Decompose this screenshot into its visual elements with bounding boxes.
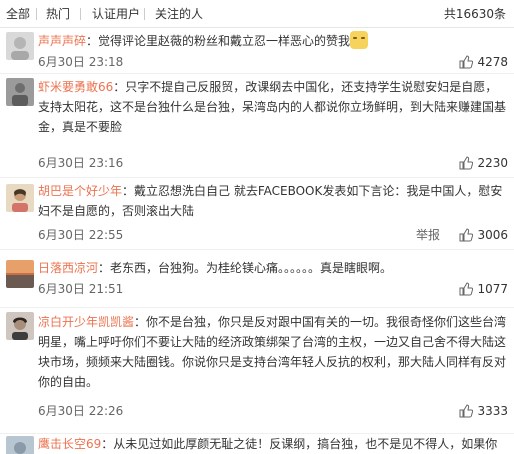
comment-username[interactable]: 鹰击长空69 — [38, 437, 101, 451]
tab-hot[interactable]: 热门 — [46, 5, 70, 23]
comment-meta: 6月30日 21:51 1077 — [38, 280, 508, 298]
tab-verified-users[interactable]: 认证用户 — [92, 5, 140, 23]
comment-meta: 6月30日 23:16 2230 — [38, 154, 508, 172]
comment-item: 鹰击长空69：从未见过如此厚颜无耻之徒！反课纲，搞台独，也不是见不得人，如果你 — [0, 434, 514, 454]
report-link[interactable]: 举报 — [416, 226, 440, 244]
cat-emoji-icon — [350, 31, 369, 49]
comment-meta: 6月30日 23:18 4278 — [38, 53, 508, 71]
comment-item: 凉白开少年凯凯酱：你不是台独，你只是反对跟中国有关的一切。我很奇怪你们这些台湾明… — [0, 308, 514, 434]
comment-text: 凉白开少年凯凯酱：你不是台独，你只是反对跟中国有关的一切。我很奇怪你们这些台湾明… — [38, 312, 508, 392]
thumbs-up-icon — [459, 156, 474, 170]
like-count: 2230 — [477, 156, 508, 170]
tab-following[interactable]: 关注的人 — [155, 5, 203, 23]
tab-divider — [144, 8, 145, 20]
comment-meta: 6月30日 22:55 举报 3006 — [38, 226, 508, 244]
comment-username[interactable]: 日落西凉河 — [38, 261, 98, 275]
comment-time: 6月30日 23:16 — [38, 156, 124, 170]
like-button[interactable]: 4278 — [459, 53, 508, 71]
tab-all[interactable]: 全部 — [6, 5, 30, 23]
like-count: 4278 — [477, 55, 508, 69]
comment-content: ：觉得评论里赵薇的粉丝和戴立忍一样恶心的赞我 — [86, 34, 351, 48]
comment-time: 6月30日 23:18 — [38, 55, 124, 69]
comment-text: 鹰击长空69：从未见过如此厚颜无耻之徒！反课纲，搞台独，也不是见不得人，如果你 — [38, 434, 508, 454]
avatar[interactable] — [6, 260, 34, 288]
comment-text: 虾米要勇敢66：只字不提自己反服贸，改课纲去中国化，还支持学生说慰安妇是自愿，支… — [38, 77, 508, 137]
tab-divider — [36, 8, 37, 20]
comment-item: 胡巴是个好少年：戴立忍想洗白自己 就去FACEBOOK发表如下言论：我是中国人，… — [0, 178, 514, 250]
comment-total-count: 共16630条 — [443, 7, 506, 21]
comment-username[interactable]: 胡巴是个好少年 — [38, 184, 122, 198]
avatar[interactable] — [6, 78, 34, 106]
thumbs-up-icon — [459, 282, 474, 296]
comment-time: 6月30日 22:26 — [38, 404, 124, 418]
comment-content: ：老东西，台独狗。为桂纶镁心痛。。。。。。真是瞎眼啊。 — [98, 261, 393, 275]
comment-username[interactable]: 声声声碎 — [38, 34, 86, 48]
like-button[interactable]: 3333 — [459, 402, 508, 420]
thumbs-up-icon — [459, 55, 474, 69]
comment-item: 声声声碎：觉得评论里赵薇的粉丝和戴立忍一样恶心的赞我 6月30日 23:18 4… — [0, 28, 514, 74]
avatar[interactable] — [6, 184, 34, 212]
comment-text: 日落西凉河：老东西，台独狗。为桂纶镁心痛。。。。。。真是瞎眼啊。 — [38, 258, 508, 278]
like-count: 1077 — [477, 282, 508, 296]
like-button[interactable]: 1077 — [459, 280, 508, 298]
like-count: 3333 — [477, 404, 508, 418]
comment-filter-tabs: 全部 热门 认证用户 关注的人 共16630条 — [0, 0, 514, 28]
comment-time: 6月30日 21:51 — [38, 282, 124, 296]
thumbs-up-icon — [459, 404, 474, 418]
avatar[interactable] — [6, 312, 34, 340]
like-button[interactable]: 2230 — [459, 154, 508, 172]
comment-text: 声声声碎：觉得评论里赵薇的粉丝和戴立忍一样恶心的赞我 — [38, 31, 508, 51]
comment-time: 6月30日 22:55 — [38, 228, 124, 242]
like-count: 3006 — [477, 228, 508, 242]
comment-item: 虾米要勇敢66：只字不提自己反服贸，改课纲去中国化，还支持学生说慰安妇是自愿，支… — [0, 74, 514, 178]
avatar[interactable] — [6, 32, 34, 60]
comment-content: ：从未见过如此厚颜无耻之徒！反课纲，搞台独，也不是见不得人，如果你 — [101, 437, 498, 451]
thumbs-up-icon — [459, 228, 474, 242]
avatar[interactable] — [6, 436, 34, 454]
like-button[interactable]: 3006 — [459, 226, 508, 244]
comment-username[interactable]: 凉白开少年凯凯酱 — [38, 315, 134, 329]
comment-username[interactable]: 虾米要勇敢66 — [38, 80, 113, 94]
comment-meta: 6月30日 22:26 3333 — [38, 402, 508, 420]
comment-text: 胡巴是个好少年：戴立忍想洗白自己 就去FACEBOOK发表如下言论：我是中国人，… — [38, 181, 508, 221]
comment-item: 日落西凉河：老东西，台独狗。为桂纶镁心痛。。。。。。真是瞎眼啊。 6月30日 2… — [0, 250, 514, 308]
tab-divider — [80, 8, 81, 20]
